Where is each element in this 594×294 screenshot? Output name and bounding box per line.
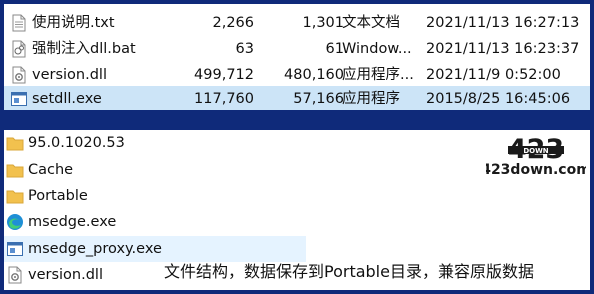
file-compressed-size: 480,160 bbox=[284, 67, 344, 83]
file-name: setdll.exe bbox=[32, 91, 102, 107]
logo-band-text: DOWN bbox=[523, 147, 548, 155]
file-size: 499,712 bbox=[194, 67, 254, 83]
file-type: 应用程序... bbox=[342, 67, 414, 83]
dll-file-icon bbox=[8, 266, 22, 284]
item-name: version.dll bbox=[28, 267, 103, 283]
file-compressed-size: 61 bbox=[325, 41, 344, 57]
file-date: 2021/11/9 0:52:00 bbox=[426, 67, 561, 83]
logo-site: 423down.com bbox=[486, 162, 586, 178]
file-date: 2021/11/13 16:23:37 bbox=[426, 41, 580, 57]
file-compressed-size: 1,301 bbox=[302, 15, 344, 31]
dll-file-icon bbox=[12, 66, 26, 84]
folder-icon bbox=[6, 137, 24, 151]
folder-icon bbox=[6, 190, 24, 204]
file-row-setdll[interactable]: setdll.exe 117,760 57,166 应用程序 2015/8/25… bbox=[4, 86, 590, 110]
caption-text: 文件结构，数据保存到Portable目录，兼容原版数据 bbox=[164, 262, 534, 281]
item-name: Portable bbox=[28, 188, 88, 204]
file-size: 117,760 bbox=[194, 91, 254, 107]
item-name: Cache bbox=[28, 162, 74, 178]
file-row-readme[interactable]: 使用说明.txt 2,266 1,301 文本文档 2021/11/13 16:… bbox=[4, 10, 590, 36]
file-compressed-size: 57,166 bbox=[293, 91, 344, 107]
file-row-bat[interactable]: 强制注入dll.bat 63 61 Window... 2021/11/13 1… bbox=[4, 36, 590, 62]
item-name: 95.0.1020.53 bbox=[28, 135, 125, 151]
file-name: 使用说明.txt bbox=[32, 15, 115, 31]
file-type: 文本文档 bbox=[342, 15, 400, 31]
exe-file-icon bbox=[11, 92, 27, 106]
folder-view: 95.0.1020.53 Cache Portable msedge.exe m… bbox=[4, 130, 590, 290]
list-item-folder-portable[interactable]: Portable bbox=[4, 183, 306, 209]
file-name: version.dll bbox=[32, 67, 107, 83]
item-name: msedge_proxy.exe bbox=[28, 241, 162, 257]
file-list-top: 使用说明.txt 2,266 1,301 文本文档 2021/11/13 16:… bbox=[4, 4, 590, 110]
list-item-msedge[interactable]: msedge.exe bbox=[4, 209, 306, 235]
file-type: 应用程序 bbox=[342, 91, 400, 107]
list-item-folder-cache[interactable]: Cache bbox=[4, 157, 306, 183]
item-name: msedge.exe bbox=[28, 214, 117, 230]
file-date: 2015/8/25 16:45:06 bbox=[426, 91, 571, 107]
batch-file-icon bbox=[12, 40, 26, 58]
file-size: 63 bbox=[235, 41, 254, 57]
edge-icon bbox=[7, 214, 23, 230]
exe-file-icon bbox=[7, 242, 23, 256]
text-file-icon bbox=[12, 14, 26, 32]
folder-icon bbox=[6, 164, 24, 178]
watermark-logo: 423 DOWN 423down.com bbox=[486, 134, 586, 178]
file-date: 2021/11/13 16:27:13 bbox=[426, 15, 580, 31]
file-type: Window... bbox=[342, 41, 412, 57]
list-item-folder-version[interactable]: 95.0.1020.53 bbox=[4, 130, 306, 156]
file-name: 强制注入dll.bat bbox=[32, 41, 136, 57]
file-row-dll[interactable]: version.dll 499,712 480,160 应用程序... 2021… bbox=[4, 62, 590, 88]
file-size: 2,266 bbox=[212, 15, 254, 31]
